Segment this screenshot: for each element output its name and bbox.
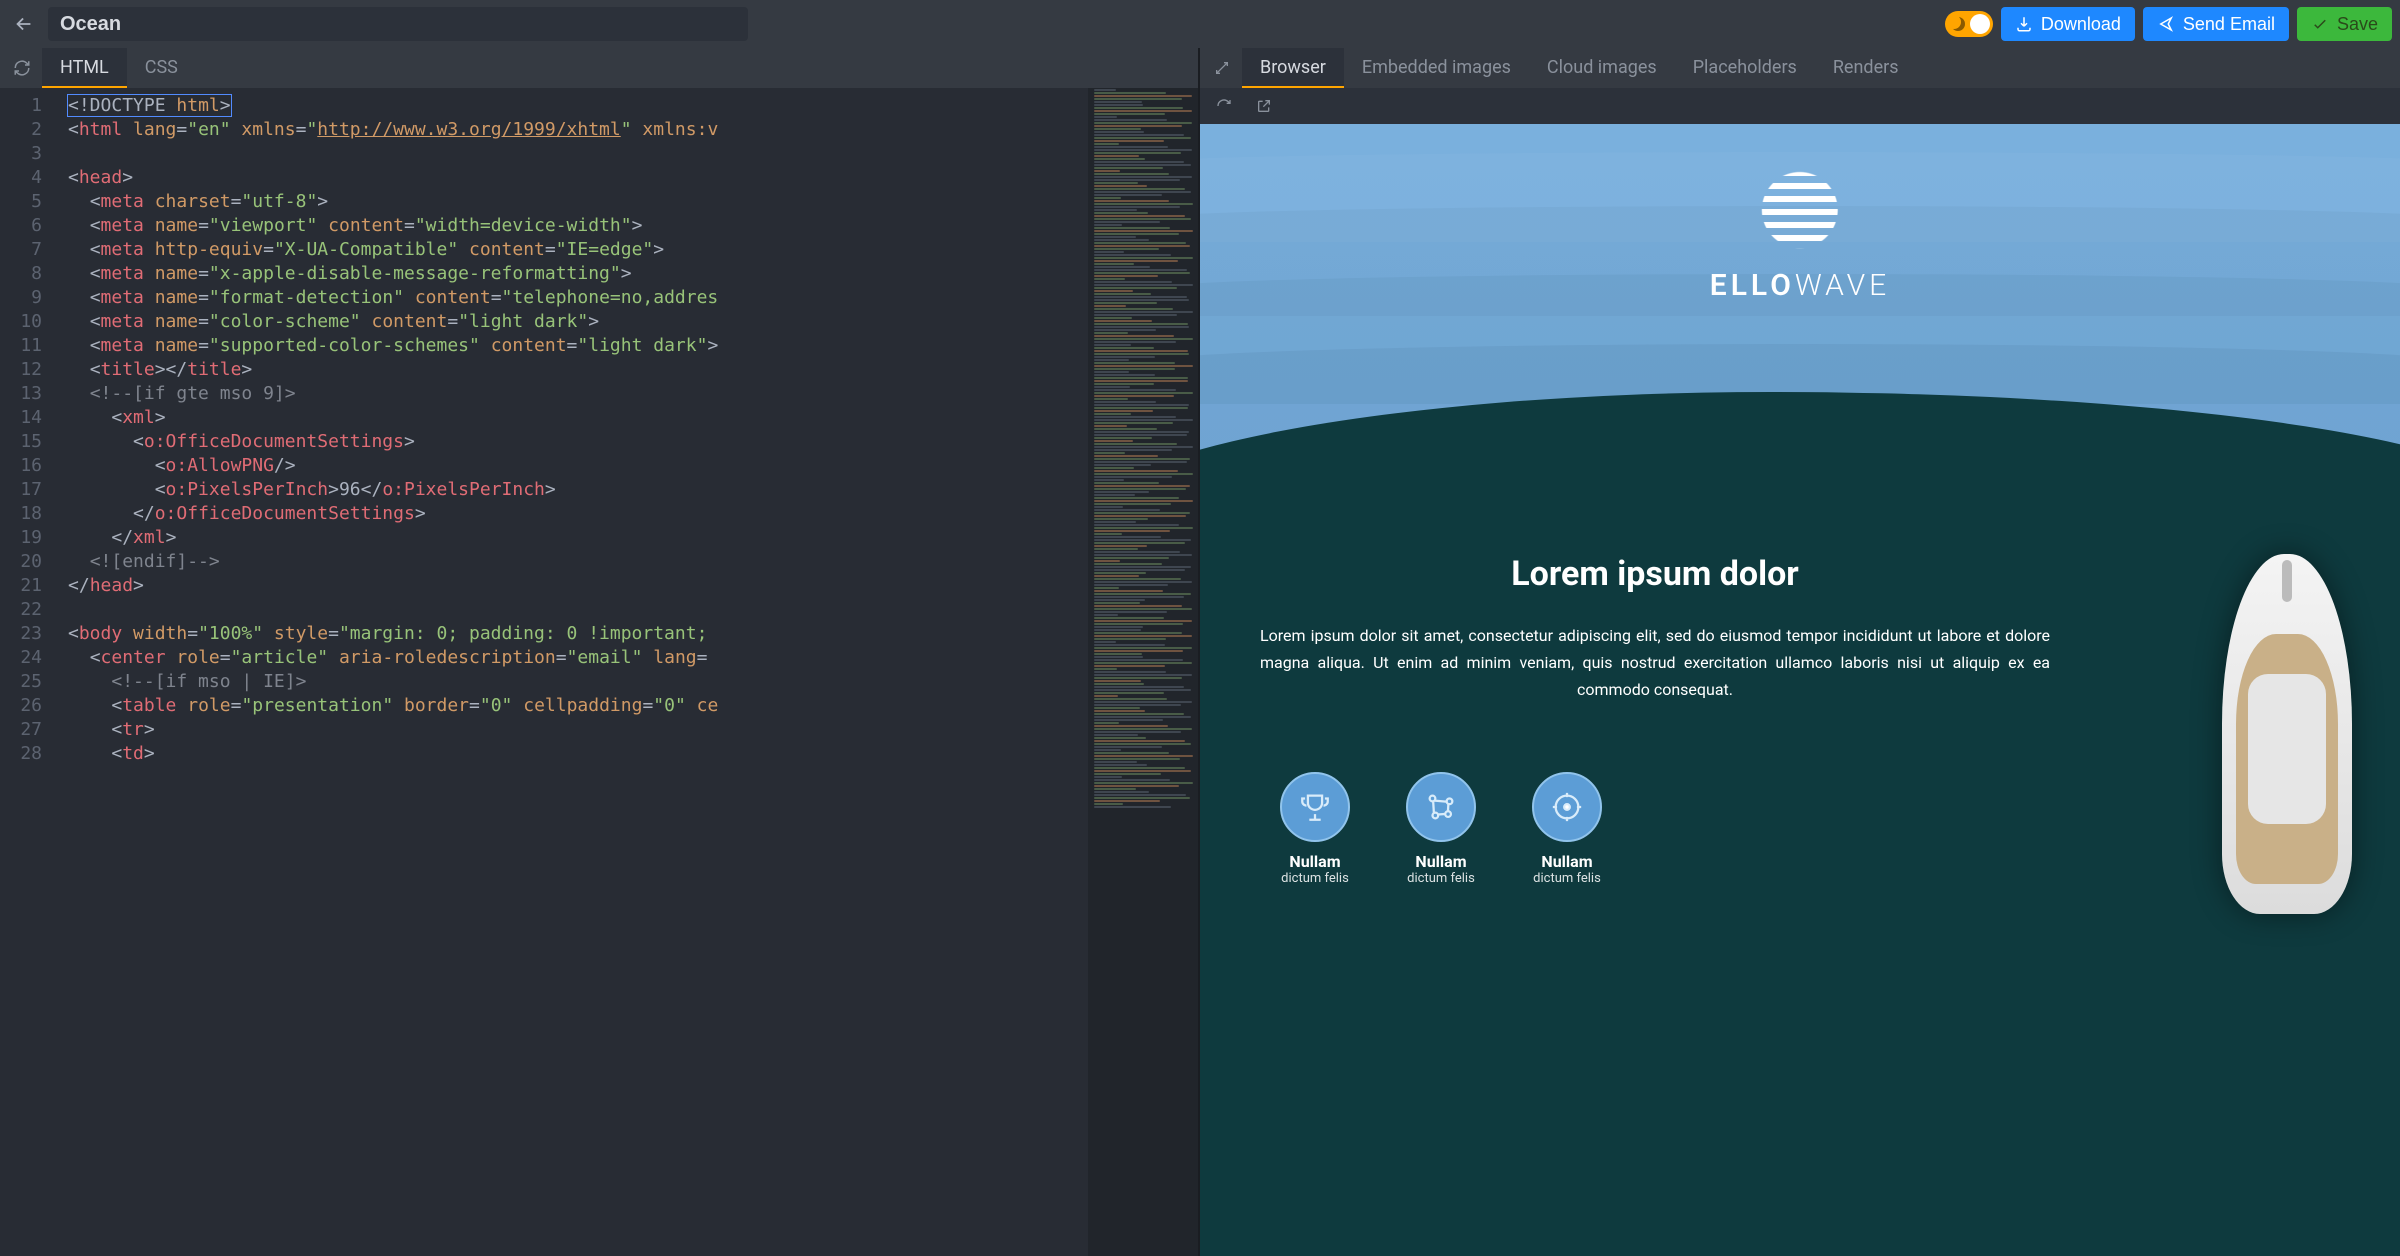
refresh-icon <box>13 59 31 77</box>
feature-icon <box>1406 772 1476 842</box>
feature-title: Nullam <box>1280 852 1350 871</box>
right-tabbar: BrowserEmbedded imagesCloud imagesPlaceh… <box>1200 48 2400 88</box>
line-gutter: 1234567891011121314151617181920212223242… <box>0 88 58 1256</box>
arrow-left-icon <box>13 13 35 35</box>
send-email-button[interactable]: Send Email <box>2143 7 2289 41</box>
save-button[interactable]: Save <box>2297 7 2392 41</box>
preview-toolbar <box>1200 88 2400 124</box>
feature-subtitle: dictum felis <box>1280 871 1350 886</box>
feature-title: Nullam <box>1532 852 1602 871</box>
external-icon <box>1256 98 1272 114</box>
refresh-code-button[interactable] <box>4 50 40 86</box>
hero-title: Lorem ipsum dolor <box>1260 554 2050 594</box>
check-icon <box>2311 15 2329 33</box>
top-toolbar: Download Send Email Save <box>0 0 2400 48</box>
project-title-input[interactable] <box>48 7 748 41</box>
code-editor[interactable]: 1234567891011121314151617181920212223242… <box>0 88 1198 1256</box>
tab-placeholders[interactable]: Placeholders <box>1675 48 1815 88</box>
moon-icon <box>1951 17 1965 31</box>
tab-embedded-images[interactable]: Embedded images <box>1344 48 1529 88</box>
feature-item: Nullamdictum felis <box>1280 772 1350 886</box>
download-button[interactable]: Download <box>2001 7 2135 41</box>
feature-item: Nullamdictum felis <box>1406 772 1476 886</box>
tab-browser[interactable]: Browser <box>1242 48 1344 88</box>
expand-icon <box>1214 60 1230 76</box>
send-icon <box>2157 15 2175 33</box>
preview-logo: ELLOWAVE <box>1710 166 1890 303</box>
feature-subtitle: dictum felis <box>1532 871 1602 886</box>
theme-toggle[interactable] <box>1945 11 1993 37</box>
tab-html[interactable]: HTML <box>42 48 127 88</box>
send-email-label: Send Email <box>2183 14 2275 35</box>
download-icon <box>2015 15 2033 33</box>
reload-icon <box>1216 98 1232 114</box>
code-pane: HTMLCSS 12345678910111213141516171819202… <box>0 48 1200 1256</box>
feature-row: Nullamdictum felisNullamdictum felisNull… <box>1280 772 1602 886</box>
feature-subtitle: dictum felis <box>1406 871 1476 886</box>
save-label: Save <box>2337 14 2378 35</box>
feature-item: Nullamdictum felis <box>1532 772 1602 886</box>
reload-preview-button[interactable] <box>1210 92 1238 120</box>
back-button[interactable] <box>8 8 40 40</box>
left-tabbar: HTMLCSS <box>0 48 1198 88</box>
open-external-button[interactable] <box>1250 92 1278 120</box>
yacht-graphic <box>2222 554 2352 914</box>
expand-preview-button[interactable] <box>1204 50 1240 86</box>
feature-icon <box>1532 772 1602 842</box>
code-content[interactable]: <!DOCTYPE html><html lang="en" xmlns="ht… <box>58 88 1088 1256</box>
tab-cloud-images[interactable]: Cloud images <box>1529 48 1675 88</box>
feature-title: Nullam <box>1406 852 1476 871</box>
tab-css[interactable]: CSS <box>127 48 196 88</box>
preview-pane: BrowserEmbedded imagesCloud imagesPlaceh… <box>1200 48 2400 1256</box>
feature-icon <box>1280 772 1350 842</box>
wave-logo-icon <box>1756 166 1844 254</box>
tab-renders[interactable]: Renders <box>1815 48 1917 88</box>
preview-hero: Lorem ipsum dolor Lorem ipsum dolor sit … <box>1260 554 2050 704</box>
minimap[interactable] <box>1088 88 1198 1256</box>
download-label: Download <box>2041 14 2121 35</box>
email-preview: ELLOWAVE Lorem ipsum dolor Lorem ipsum d… <box>1200 124 2400 1256</box>
hero-text: Lorem ipsum dolor sit amet, consectetur … <box>1260 622 2050 704</box>
